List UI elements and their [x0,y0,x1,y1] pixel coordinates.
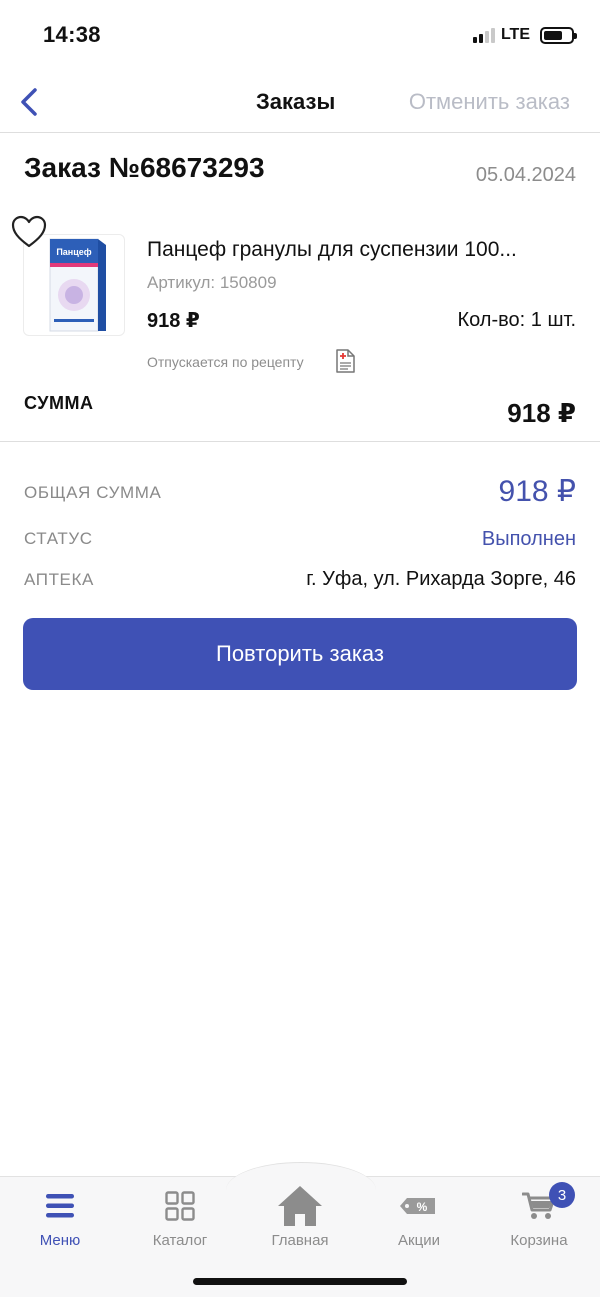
product-article: Артикул: 150809 [147,273,277,292]
product-price: 918 ₽ [147,310,200,332]
cancel-order-button[interactable]: Отменить заказ [409,89,570,115]
tab-label: Акции [398,1232,440,1249]
tab-label: Корзина [510,1232,568,1249]
repeat-order-button[interactable]: Повторить заказ [23,618,577,690]
battery-icon [540,26,577,44]
product-name[interactable]: Панцеф гранулы для суспензии 100... [147,238,579,262]
tab-menu[interactable]: Меню [10,1184,110,1249]
tab-label: Каталог [152,1232,208,1249]
total-value: 918 ₽ [498,475,576,508]
product-image-brand: Панцеф [56,247,91,257]
status-bar-indicators: LTE [472,26,577,44]
pharmacy-address: г. Уфа, ул. Рихарда Зорге, 46 [306,568,576,590]
order-number: Заказ №68673293 [24,152,265,183]
page-title: Заказы [256,89,336,114]
prescription-note: Отпускается по рецепту [147,354,304,370]
sum-value: 918 ₽ [507,398,576,428]
cart-count-badge: 3 [549,1182,575,1208]
home-indicator[interactable] [193,1278,407,1285]
home-icon [278,1186,322,1226]
network-type: LTE [500,26,530,43]
favorite-heart-icon[interactable] [10,214,48,250]
divider [0,132,600,133]
tab-catalog[interactable]: Каталог [130,1184,230,1249]
pharmacy-label: АПТЕКА [24,570,94,589]
status-bar-time: 14:38 [43,22,101,47]
sale-tag-icon: % [400,1198,435,1214]
svg-text:%: % [417,1200,428,1214]
status-value: Выполнен [481,528,576,550]
signal-icon [472,27,495,43]
order-details-screen: 14:38 LTE Заказы Отменить заказ Заказ №6… [0,0,600,1297]
grid-icon [165,1191,195,1221]
tab-label: Главная [271,1232,329,1249]
product-quantity: Кол-во: 1 шт. [457,309,576,331]
sum-label: СУММА [24,393,94,413]
status-label: СТАТУС [24,529,93,548]
total-label: ОБЩАЯ СУММА [24,483,162,502]
order-date: 05.04.2024 [475,164,576,186]
back-chevron-icon[interactable] [16,86,44,118]
tab-promo[interactable]: % Акции [369,1184,469,1249]
divider [0,441,600,442]
tab-cart[interactable]: 3 Корзина [489,1182,589,1249]
menu-icon [46,1194,74,1218]
tab-home[interactable]: Главная [250,1184,350,1249]
medicine-box-icon: Панцеф [49,238,106,332]
prescription-document-icon [336,349,355,373]
tab-label: Меню [39,1232,81,1249]
